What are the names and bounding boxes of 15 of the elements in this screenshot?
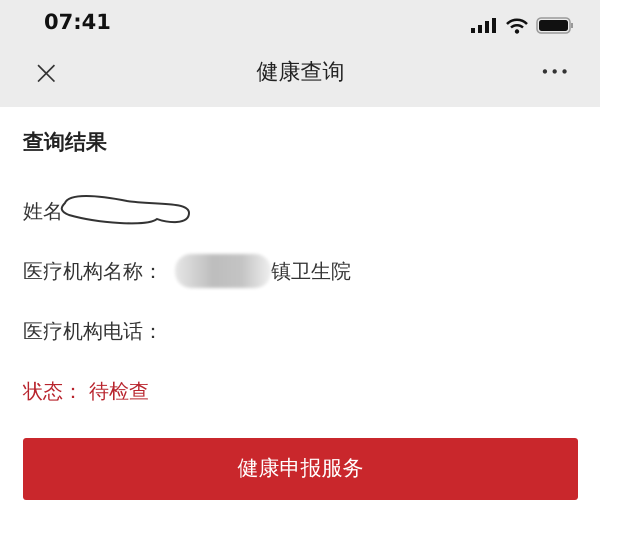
field-label: 医疗机构名称： <box>23 258 163 284</box>
status-time: 07:41 <box>44 8 111 36</box>
battery-icon <box>536 17 574 34</box>
signal-icon <box>471 18 498 33</box>
health-report-button[interactable]: 健康申报服务 <box>23 438 578 500</box>
field-value: 镇卫生院 <box>271 258 351 284</box>
page-title: 健康查询 <box>256 59 344 87</box>
section-heading: 查询结果 <box>23 129 108 156</box>
status-value: 待检查 <box>89 378 149 404</box>
more-button[interactable]: ••• <box>540 61 570 84</box>
field-label: 姓名 <box>23 198 63 224</box>
close-button[interactable]: × <box>32 56 60 90</box>
status-label: 状态： <box>23 378 83 404</box>
field-label: 医疗机构电话： <box>23 318 163 344</box>
wifi-icon <box>506 18 528 34</box>
